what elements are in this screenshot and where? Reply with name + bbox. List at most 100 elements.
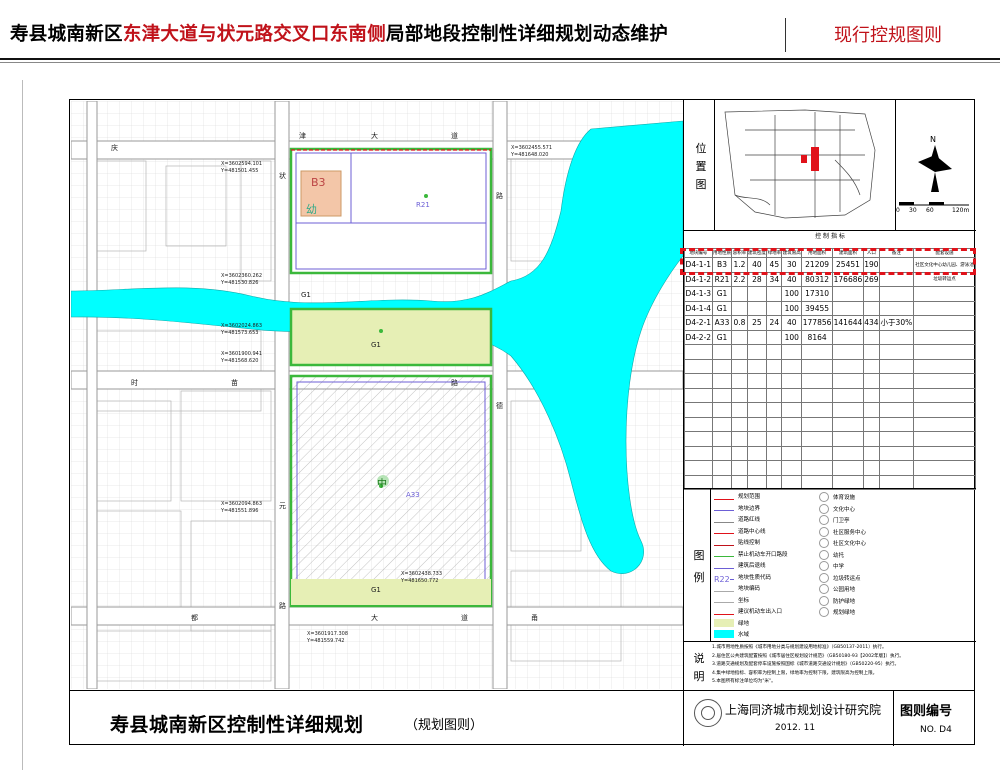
legend-item: 坐标 [714,596,749,604]
header-separator [785,18,786,52]
title-highlight: 东津大道与状元路交叉口东南侧 [122,24,387,45]
institute-logo-icon [694,699,722,727]
legend-text: 绿地 [738,620,750,627]
table-cell [878,300,914,316]
table-cell [731,329,748,345]
legend-code-sample: R22 [714,575,730,584]
divider [710,489,711,641]
table-cell: 434 [862,315,880,331]
scale-label: 60 [926,207,934,214]
legend-symbol-icon [819,526,829,537]
table-cell: D4-1-4 [684,300,713,316]
legend-symbol-icon [819,561,829,571]
legend-text: 门卫亭 [833,518,850,524]
legend-text: 道路中心线 [738,528,766,535]
legend-swatch [714,562,734,569]
table-cell [912,286,977,302]
legend-item: 门卫亭 [819,515,850,525]
legend-text: 垃圾转运点 [833,575,861,582]
legend-text: 坐标 [738,597,750,604]
legend-symbol-icon [819,572,829,583]
table-cell: G1 [711,329,733,345]
legend-item: 绿地 [714,618,750,627]
table-cell: A33 [711,315,733,331]
institute-name: 上海同济城市规划设计研究院 [725,703,882,717]
table-cell [862,300,880,316]
legend-item: 公园用地 [819,584,855,594]
table-cell: 40 [781,315,803,331]
legend-text: 体育设施 [833,495,856,501]
legend-text: 社区文化中心 [833,541,867,547]
sheet-number-label: 图则编号 [900,704,953,719]
table-cell: 100 [781,329,803,345]
svg-text:N: N [930,135,936,144]
highlight-box-d4-1-1 [680,248,976,275]
legend-text: 地块边界 [738,505,761,512]
legend-swatch [714,504,734,511]
table-cell: D4-2-1 [684,315,713,331]
divider [893,691,894,746]
legend-text: 建筑后退线 [738,563,766,569]
note-line: 3.道路交通规划及配套停车设施按照国标《城市道路交通设计规划》（GB50220-… [712,662,900,667]
table-cell: 100 [781,300,803,316]
table-cell [731,286,748,302]
divider [684,641,976,642]
legend-item: 幼托 [819,549,844,560]
table-cell: 100 [781,286,803,302]
table-cell: D4-2-2 [684,329,713,345]
page-header: 寿县城南新区东津大道与状元路交叉口东南侧局部地段控制性详细规划动态维护 现行控规… [0,0,1000,60]
table-cell: G1 [711,286,733,302]
legend-item: 贴线控制 [714,538,760,546]
title-prefix: 寿县城南新区 [10,24,123,45]
legend-item: 中学 [819,561,844,571]
legend-text: 地块性质代码 [738,574,772,581]
table-cell [766,329,783,345]
scale-label: 30 [909,207,917,214]
page-title: 寿县城南新区东津大道与状元路交叉口东南侧局部地段控制性详细规划动态维护 [10,20,668,46]
table-cell: 39455 [801,300,834,316]
legend-text: 规划绿地 [833,610,856,616]
legend-symbol-icon [819,549,829,560]
sheet-number-value: NO. D4 [920,725,952,735]
legend-symbol-icon [819,503,829,514]
table-cell [746,300,768,316]
legend-swatch [714,608,734,615]
note-line: 5.本图所有标注单位均为"米"。 [712,679,776,684]
legend-swatch [714,596,734,603]
position-map-label: 位置图 [695,142,707,191]
page-left-rule [22,80,23,770]
control-table-title: 控 制 指 标 [815,233,845,240]
legend-text: 地块编码 [738,586,761,592]
table-cell [731,300,748,316]
table-cell: G1 [711,300,733,316]
legend-label: 图例 [693,549,705,584]
title-suffix: 局部地段控制性详细规划动态维护 [386,24,669,45]
legend-symbol-icon [819,492,829,502]
legend-symbol-icon [819,584,829,594]
table-cell: 141644 [832,315,864,331]
legend-text: 水域 [738,632,750,638]
table-row: D4-2-2 G1 100 8164 [684,329,977,345]
table-row: D4-1-4 G1 100 39455 [684,300,977,316]
scale-label: 0 [896,207,900,214]
table-cell [862,329,880,345]
header-rule-thin [0,62,1000,63]
north-arrow-and-scale: N 0 30 60 120m [894,100,976,230]
legend-item: 规划范围 [714,492,760,500]
note-line: 1.城市用地性质按照《城市用地分类与规划建设用地标准》（GB50137-2011… [712,645,887,650]
control-index-table: 地块编号 用地性质 容积率 建筑密度 绿地率 建筑限高 用地面积 建筑面积 人口… [684,248,977,490]
table-cell: 24 [766,315,783,331]
table-cell: 177856 [801,315,834,331]
legend-text: 贴线控制 [738,540,761,546]
table-cell: 小于30% [878,315,914,331]
table-cell [746,329,768,345]
table-cell: 8164 [801,329,834,345]
legend-text: 防护绿地 [833,598,856,605]
legend-symbol-icon [819,607,829,617]
legend-item: 社区文化中心 [819,538,866,548]
table-cell [878,286,914,302]
table-cell: D4-1-3 [684,286,713,302]
table-row: D4-1-3 G1 100 17310 [684,286,977,302]
legend-item: 禁止机动车开口路段 [714,550,788,558]
legend-swatch [714,585,734,592]
